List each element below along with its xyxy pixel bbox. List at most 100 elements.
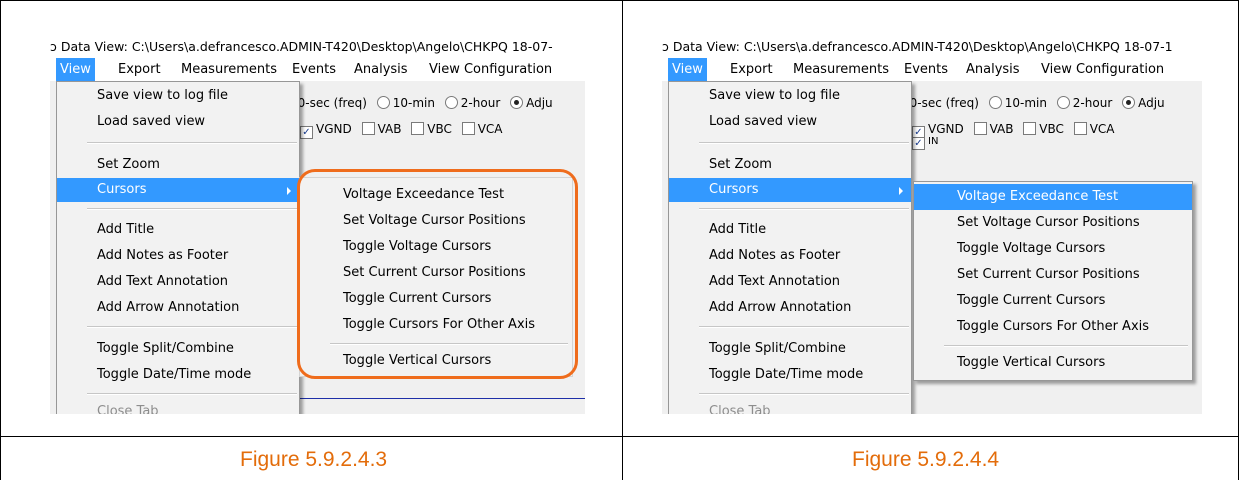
checkbox-vbc[interactable] — [411, 122, 425, 135]
menu-item-cursors[interactable]: Cursors — [669, 178, 911, 202]
radio-10min-label: 10-min — [1004, 96, 1047, 110]
menu-export[interactable]: Export — [114, 58, 165, 81]
radio-10min[interactable] — [376, 96, 390, 109]
menu-item-cursors[interactable]: Cursors — [57, 178, 299, 202]
checkbox-vab-label: VAB — [989, 122, 1014, 136]
menu-item-set-zoom[interactable]: Set Zoom — [57, 153, 299, 177]
interval-radio-row: 10-sec (freq) 10-min 2-hour Adju — [902, 94, 1165, 112]
menu-item-load-view[interactable]: Load saved view — [57, 110, 299, 134]
menu-export[interactable]: Export — [726, 58, 777, 81]
menu-item-add-notes-footer[interactable]: Add Notes as Footer — [669, 244, 911, 268]
menu-item-close-tab[interactable]: Close Tab — [669, 400, 911, 414]
menu-item-cursors-label: Cursors — [97, 182, 147, 197]
radio-adjust[interactable] — [1122, 96, 1136, 109]
menu-item-add-title[interactable]: Add Title — [57, 218, 299, 242]
menu-bar: View Export Measurements Events Analysis… — [662, 58, 1202, 81]
checkbox-vca-label: VCA — [477, 122, 503, 136]
radio-adjust[interactable] — [510, 96, 524, 109]
table-border-row — [0, 436, 1239, 437]
menu-analysis[interactable]: Analysis — [350, 58, 412, 81]
checkbox-vgnd-label: VGND — [316, 122, 352, 136]
submenu-item-set-current-cursor[interactable]: Set Current Cursor Positions — [914, 262, 1192, 288]
radio-10min-label: 10-min — [392, 96, 435, 110]
menu-item-add-text-annotation[interactable]: Add Text Annotation — [669, 270, 911, 294]
checkbox-vgnd[interactable]: ✓ — [300, 126, 313, 139]
menu-item-toggle-split[interactable]: Toggle Split/Combine — [669, 337, 911, 361]
menu-item-save-view[interactable]: Save view to log file — [669, 84, 911, 108]
checkbox-vca[interactable] — [461, 122, 475, 135]
submenu-separator — [944, 345, 1188, 347]
menu-view[interactable]: View — [56, 58, 95, 81]
menu-item-toggle-datetime[interactable]: Toggle Date/Time mode — [669, 363, 911, 387]
menu-events[interactable]: Events — [288, 58, 340, 81]
menu-separator — [87, 393, 297, 395]
channel-checkbox-row: ✓ VGND VAB VBC VCA — [294, 120, 503, 139]
menu-item-add-arrow-annotation[interactable]: Add Arrow Annotation — [57, 296, 299, 320]
submenu-item-set-voltage-cursor[interactable]: Set Voltage Cursor Positions — [914, 210, 1192, 236]
figure-caption-1: Figure 5.9.2.4.3 — [240, 448, 388, 471]
radio-2hour-label: 2-hour — [1072, 96, 1113, 110]
menu-separator — [87, 208, 297, 210]
plot-trace — [290, 398, 585, 399]
radio-adjust-label: Adju — [1138, 96, 1165, 110]
menu-item-add-arrow-annotation[interactable]: Add Arrow Annotation — [669, 296, 911, 320]
menu-separator — [699, 326, 909, 328]
submenu-item-toggle-vertical[interactable]: Toggle Vertical Cursors — [914, 350, 1192, 376]
radio-10min[interactable] — [988, 96, 1002, 109]
menu-item-load-view[interactable]: Load saved view — [669, 110, 911, 134]
menu-separator — [699, 208, 909, 210]
checkbox-vca-label: VCA — [1089, 122, 1115, 136]
freq-label: 10-sec (freq) — [902, 96, 979, 110]
checkbox-vbc[interactable] — [1023, 122, 1037, 135]
menu-bar: View Export Measurements Events Analysis… — [50, 58, 585, 81]
window-title: ɔ Data View: C:\Users\a.defrancesco.ADMI… — [50, 36, 585, 58]
menu-item-save-view[interactable]: Save view to log file — [57, 84, 299, 108]
table-border-middle — [622, 0, 623, 480]
menu-analysis[interactable]: Analysis — [962, 58, 1024, 81]
menu-view-configuration[interactable]: View Configuration — [1037, 58, 1168, 81]
radio-2hour[interactable] — [444, 96, 458, 109]
checkbox-vab[interactable] — [361, 122, 375, 135]
menu-item-add-notes-footer[interactable]: Add Notes as Footer — [57, 244, 299, 268]
callout-highlight — [297, 169, 578, 379]
submenu-item-toggle-current[interactable]: Toggle Current Cursors — [914, 288, 1192, 314]
checkbox-in[interactable]: ✓ — [912, 137, 925, 150]
radio-2hour[interactable] — [1056, 96, 1070, 109]
radio-adjust-label: Adju — [526, 96, 553, 110]
table-border-top — [0, 0, 1239, 1]
menu-measurements[interactable]: Measurements — [789, 58, 893, 81]
submenu-item-voltage-exceedance[interactable]: Voltage Exceedance Test — [914, 184, 1192, 210]
checkbox-vbc-label: VBC — [427, 122, 452, 136]
menu-item-toggle-datetime[interactable]: Toggle Date/Time mode — [57, 363, 299, 387]
freq-label: 10-sec (freq) — [290, 96, 367, 110]
submenu-item-toggle-other-axis[interactable]: Toggle Cursors For Other Axis — [914, 314, 1192, 340]
view-dropdown-menu: Save view to log file Load saved view Se… — [56, 81, 300, 414]
submenu-arrow-icon — [287, 187, 291, 195]
menu-measurements[interactable]: Measurements — [177, 58, 281, 81]
window-title: ɔ Data View: C:\Users\a.defrancesco.ADMI… — [662, 36, 1202, 58]
menu-item-add-title[interactable]: Add Title — [669, 218, 911, 242]
menu-separator — [87, 142, 297, 144]
menu-view[interactable]: View — [668, 58, 707, 81]
submenu-item-toggle-voltage[interactable]: Toggle Voltage Cursors — [914, 236, 1192, 262]
menu-separator — [87, 326, 297, 328]
radio-2hour-label: 2-hour — [460, 96, 501, 110]
menu-separator — [699, 393, 909, 395]
checkbox-vab[interactable] — [973, 122, 987, 135]
menu-view-configuration[interactable]: View Configuration — [425, 58, 556, 81]
checkbox-vca[interactable] — [1073, 122, 1087, 135]
checkbox-vbc-label: VBC — [1039, 122, 1064, 136]
screenshot-figure-2: ɔ Data View: C:\Users\a.defrancesco.ADMI… — [662, 36, 1202, 414]
menu-item-cursors-label: Cursors — [709, 182, 759, 197]
submenu-arrow-icon — [899, 187, 903, 195]
interval-radio-row: 10-sec (freq) 10-min 2-hour Adju — [290, 94, 553, 112]
checkbox-vgnd-label: VGND — [928, 122, 964, 136]
cursors-submenu: Voltage Exceedance Test Set Voltage Curs… — [913, 181, 1193, 381]
figure-caption-2: Figure 5.9.2.4.4 — [852, 448, 1000, 471]
menu-events[interactable]: Events — [900, 58, 952, 81]
menu-item-close-tab[interactable]: Close Tab — [57, 400, 299, 414]
menu-item-toggle-split[interactable]: Toggle Split/Combine — [57, 337, 299, 361]
menu-item-add-text-annotation[interactable]: Add Text Annotation — [57, 270, 299, 294]
menu-item-set-zoom[interactable]: Set Zoom — [669, 153, 911, 177]
checkbox-in-label: IN — [928, 136, 939, 147]
